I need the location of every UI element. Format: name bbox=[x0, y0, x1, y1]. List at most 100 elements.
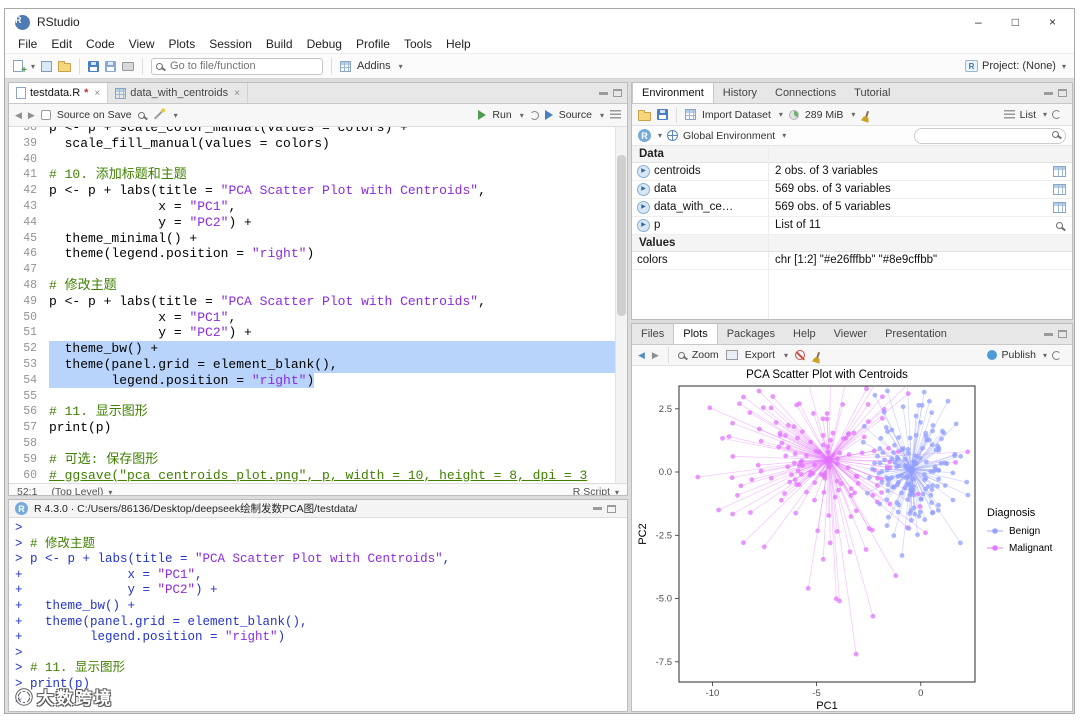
code-line[interactable]: p <- p + scale_color_manual(values = col… bbox=[49, 127, 627, 136]
import-dataset-button[interactable]: Import Dataset bbox=[702, 109, 771, 121]
save-workspace-icon[interactable] bbox=[657, 109, 668, 120]
environment-object-row[interactable]: ▶ data_with_ce… 569 obs. of 5 variables bbox=[632, 199, 1072, 217]
code-line[interactable] bbox=[49, 262, 627, 278]
environment-object-row[interactable]: ▶ data 569 obs. of 3 variables bbox=[632, 181, 1072, 199]
code-line[interactable]: # ggsave("pca_centroids_plot.png", p, wi… bbox=[49, 468, 627, 483]
maximize-pane-icon[interactable] bbox=[1058, 89, 1067, 97]
memory-usage[interactable]: 289 MiB bbox=[805, 109, 844, 121]
menu-view[interactable]: View bbox=[122, 37, 162, 51]
scope-selector[interactable]: (Top Level) ▾ bbox=[51, 486, 112, 495]
code-line[interactable]: y = "PC2") + bbox=[49, 215, 627, 231]
source-run-icon[interactable] bbox=[544, 110, 553, 120]
code-line[interactable]: y = "PC2") + bbox=[49, 325, 627, 341]
source-on-save-checkbox[interactable] bbox=[40, 110, 51, 120]
code-line[interactable]: # 可选: 保存图形 bbox=[49, 452, 627, 468]
language-caret-icon[interactable]: ▾ bbox=[658, 131, 662, 140]
menu-plots[interactable]: Plots bbox=[162, 37, 203, 51]
zoom-button[interactable]: Zoom bbox=[692, 349, 719, 361]
code-line[interactable]: theme(panel.grid = element_blank(), bbox=[49, 356, 627, 373]
clear-environment-icon[interactable] bbox=[865, 110, 870, 119]
tab-history[interactable]: History bbox=[714, 83, 766, 103]
expander-icon[interactable]: ▶ bbox=[637, 201, 650, 214]
code-line[interactable]: x = "PC1", bbox=[49, 310, 627, 326]
open-data-viewer-icon[interactable] bbox=[1053, 202, 1066, 213]
environment-object-row[interactable]: ▶ p List of 11 bbox=[632, 217, 1072, 235]
load-workspace-icon[interactable] bbox=[638, 109, 651, 121]
run-icon[interactable] bbox=[478, 110, 487, 120]
tab-files[interactable]: Files bbox=[632, 324, 673, 344]
expander-icon[interactable]: ▶ bbox=[637, 165, 650, 178]
tab-help[interactable]: Help bbox=[784, 324, 825, 344]
minimize-pane-icon[interactable] bbox=[1044, 332, 1053, 336]
source-button[interactable]: Source bbox=[559, 109, 592, 121]
menu-help[interactable]: Help bbox=[439, 37, 478, 51]
inspect-object-icon[interactable] bbox=[1056, 222, 1063, 229]
code-line[interactable]: p <- p + labs(title = "PCA Scatter Plot … bbox=[49, 294, 627, 310]
remove-plot-icon[interactable] bbox=[795, 350, 806, 360]
expander-icon[interactable]: ▶ bbox=[637, 183, 650, 196]
code-line[interactable]: print(p) bbox=[49, 420, 627, 436]
code-editor[interactable]: 38 39 40 41 42 43 44 45 46 47 48 49 50 51 52 53 54 55 56 57… bbox=[9, 127, 627, 483]
code-line[interactable]: # 11. 显示图形 bbox=[49, 404, 627, 420]
code-line[interactable]: legend.position = "right") bbox=[49, 372, 627, 389]
close-button[interactable]: × bbox=[1049, 15, 1056, 29]
publish-button[interactable]: Publish bbox=[1002, 349, 1036, 361]
console-output[interactable]: > > # 修改主题 > p <- p + labs(title = "PCA Sc… bbox=[9, 518, 627, 708]
tab-connections[interactable]: Connections bbox=[766, 83, 845, 103]
back-icon[interactable]: ◀ bbox=[15, 110, 22, 121]
code-line[interactable]: # 10. 添加标题和主题 bbox=[49, 167, 627, 183]
code-line[interactable] bbox=[49, 436, 627, 452]
new-file-icon[interactable] bbox=[13, 60, 27, 76]
menu-profile[interactable]: Profile bbox=[349, 37, 397, 51]
rerun-icon[interactable] bbox=[529, 110, 539, 120]
zoom-icon[interactable] bbox=[677, 351, 685, 359]
code-line[interactable]: p <- p + labs(title = "PCA Scatter Plot … bbox=[49, 183, 627, 199]
menu-build[interactable]: Build bbox=[259, 37, 300, 51]
maximize-button[interactable]: □ bbox=[1012, 15, 1019, 29]
refresh-plot-icon[interactable] bbox=[1052, 350, 1061, 360]
list-view-selector[interactable]: List bbox=[1020, 109, 1036, 121]
tab-testdata-r[interactable]: testdata.R * × bbox=[9, 83, 109, 103]
environment-object-row[interactable]: ▶ centroids 2 obs. of 3 variables bbox=[632, 163, 1072, 181]
editor-scrollbar[interactable] bbox=[615, 127, 627, 483]
publish-icon[interactable] bbox=[986, 350, 997, 360]
close-icon[interactable]: × bbox=[94, 88, 100, 99]
new-project-icon[interactable] bbox=[41, 60, 53, 72]
goto-file-input[interactable] bbox=[151, 57, 324, 75]
environment-object-row[interactable]: colors chr [1:2] "#e26fffbb" "#8e9cffbb" bbox=[632, 252, 1072, 270]
code-line[interactable]: # 修改主题 bbox=[49, 278, 627, 294]
minimize-button[interactable]: – bbox=[975, 15, 982, 29]
environment-search-input[interactable] bbox=[914, 127, 1066, 144]
code-line[interactable]: theme_minimal() + bbox=[49, 231, 627, 247]
open-data-viewer-icon[interactable] bbox=[1053, 166, 1066, 177]
code-line[interactable]: theme_bw() + bbox=[49, 341, 627, 357]
previous-plot-icon[interactable]: ◀ bbox=[638, 350, 645, 361]
export-button[interactable]: Export bbox=[745, 349, 775, 361]
close-icon[interactable]: × bbox=[234, 88, 240, 99]
code-line[interactable] bbox=[49, 389, 627, 405]
menu-file[interactable]: File bbox=[11, 37, 44, 51]
new-file-caret-icon[interactable]: ▾ bbox=[31, 62, 35, 71]
minimize-pane-icon[interactable] bbox=[1044, 91, 1053, 95]
tab-presentation[interactable]: Presentation bbox=[876, 324, 956, 344]
refresh-icon[interactable] bbox=[1052, 110, 1061, 119]
minimize-pane-icon[interactable] bbox=[593, 507, 602, 510]
maximize-pane-icon[interactable] bbox=[607, 504, 616, 513]
document-outline-icon[interactable] bbox=[610, 110, 621, 120]
maximize-pane-icon[interactable] bbox=[1058, 330, 1067, 338]
print-icon[interactable] bbox=[122, 61, 135, 71]
minimize-pane-icon[interactable] bbox=[599, 91, 608, 95]
menu-code[interactable]: Code bbox=[79, 37, 122, 51]
menu-edit[interactable]: Edit bbox=[44, 37, 79, 51]
tab-plots[interactable]: Plots bbox=[673, 324, 718, 344]
expander-icon[interactable]: ▶ bbox=[637, 219, 650, 232]
forward-icon[interactable]: ▶ bbox=[28, 110, 35, 121]
addins-button[interactable]: Addins bbox=[357, 60, 391, 72]
next-plot-icon[interactable]: ▶ bbox=[652, 350, 659, 361]
code-tools-icon[interactable] bbox=[153, 110, 163, 120]
code-line[interactable]: x = "PC1", bbox=[49, 199, 627, 215]
maximize-pane-icon[interactable] bbox=[613, 89, 622, 97]
save-icon[interactable] bbox=[88, 60, 100, 72]
menu-tools[interactable]: Tools bbox=[397, 37, 439, 51]
tab-data_with_centroids[interactable]: data_with_centroids × bbox=[108, 83, 248, 103]
